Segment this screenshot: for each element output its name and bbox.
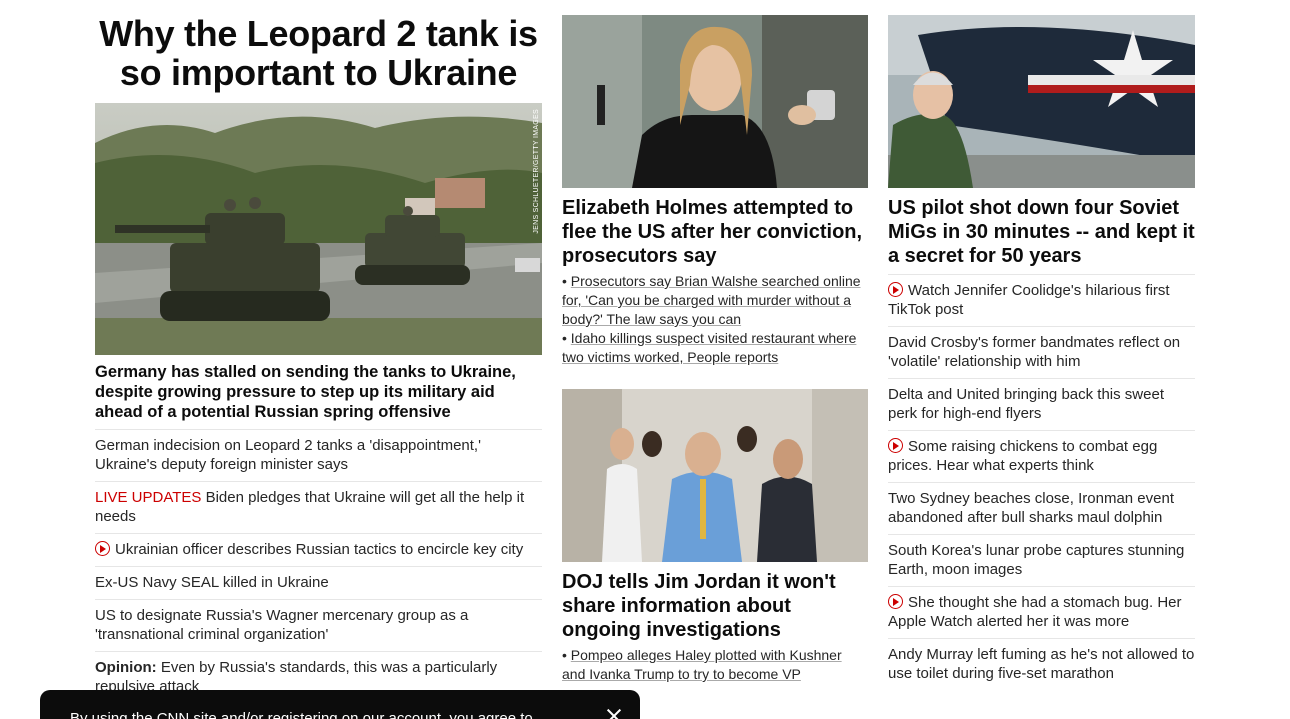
list-item[interactable]: Two Sydney beaches close, Ironman event … <box>888 483 1195 535</box>
list-item[interactable]: • Idaho killings suspect visited restaur… <box>562 329 868 367</box>
list-item[interactable]: German indecision on Leopard 2 tanks a '… <box>95 429 542 482</box>
list-item[interactable]: Ukrainian officer describes Russian tact… <box>95 534 542 567</box>
opinion-label: Opinion: <box>95 659 157 676</box>
holmes-related-links: • Prosecutors say Brian Walshe searched … <box>562 272 868 367</box>
link-text[interactable]: Two Sydney beaches close, Ironman event … <box>888 490 1174 526</box>
list-item[interactable]: Ex-US Navy SEAL killed in Ukraine <box>95 567 542 600</box>
list-item[interactable]: US to designate Russia's Wagner mercenar… <box>95 600 542 652</box>
play-video-icon <box>888 282 903 297</box>
play-video-icon <box>888 594 903 609</box>
elizabeth-holmes-image[interactable] <box>562 15 868 188</box>
jim-jordan-image[interactable] <box>562 389 868 562</box>
image-credit: JENS SCHLUETER/GETTY IMAGES <box>533 109 540 234</box>
list-item[interactable]: LIVE UPDATES Biden pledges that Ukraine … <box>95 482 542 534</box>
link-text[interactable]: German indecision on Leopard 2 tanks a '… <box>95 437 481 473</box>
play-video-icon <box>888 438 903 453</box>
list-item[interactable]: David Crosby's former bandmates reflect … <box>888 327 1195 379</box>
hero-title[interactable]: Why the Leopard 2 tank is so important t… <box>95 14 542 92</box>
cookie-consent-text: By using the CNN site and/or registering… <box>70 710 533 719</box>
bullet-link[interactable]: Pompeo alleges Haley plotted with Kushne… <box>562 647 842 682</box>
list-item[interactable]: Andy Murray left fuming as he's not allo… <box>888 639 1195 690</box>
link-text[interactable]: Andy Murray left fuming as he's not allo… <box>888 646 1194 682</box>
list-item[interactable]: Watch Jennifer Coolidge's hilarious firs… <box>888 274 1195 327</box>
bullet-link[interactable]: Prosecutors say Brian Walshe searched on… <box>562 273 861 327</box>
more-top-stories: Watch Jennifer Coolidge's hilarious firs… <box>888 274 1195 690</box>
link-text[interactable]: Ukrainian officer describes Russian tact… <box>115 541 523 558</box>
link-text[interactable]: Delta and United bringing back this swee… <box>888 386 1164 422</box>
list-item[interactable]: Delta and United bringing back this swee… <box>888 379 1195 431</box>
link-text[interactable]: Ex-US Navy SEAL killed in Ukraine <box>95 574 329 591</box>
link-text[interactable]: She thought she had a stomach bug. Her A… <box>888 594 1182 630</box>
cookie-consent-banner: By using the CNN site and/or registering… <box>40 690 640 719</box>
live-updates-label: LIVE UPDATES <box>95 489 202 506</box>
link-text[interactable]: David Crosby's former bandmates reflect … <box>888 334 1180 370</box>
play-video-icon <box>95 541 110 556</box>
us-pilot-image[interactable] <box>888 15 1195 188</box>
jordan-headline[interactable]: DOJ tells Jim Jordan it won't share info… <box>562 570 868 642</box>
us-pilot-headline[interactable]: US pilot shot down four Soviet MiGs in 3… <box>888 196 1195 268</box>
list-item[interactable]: • Pompeo alleges Haley plotted with Kush… <box>562 646 868 684</box>
list-item[interactable]: Some raising chickens to combat egg pric… <box>888 431 1195 483</box>
link-text[interactable]: Some raising chickens to combat egg pric… <box>888 438 1157 474</box>
leopard-tank-image[interactable]: JENS SCHLUETER/GETTY IMAGES <box>95 103 542 355</box>
close-icon[interactable] <box>602 704 626 719</box>
list-item[interactable]: • Prosecutors say Brian Walshe searched … <box>562 272 868 329</box>
holmes-headline[interactable]: Elizabeth Holmes attempted to flee the U… <box>562 196 868 268</box>
ukraine-related-links: German indecision on Leopard 2 tanks a '… <box>95 429 542 703</box>
link-text[interactable]: Watch Jennifer Coolidge's hilarious firs… <box>888 282 1170 318</box>
lead-headline[interactable]: Germany has stalled on sending the tanks… <box>95 362 542 422</box>
bullet-link[interactable]: Idaho killings suspect visited restauran… <box>562 330 856 365</box>
jordan-related-links: • Pompeo alleges Haley plotted with Kush… <box>562 646 868 684</box>
link-text[interactable]: US to designate Russia's Wagner mercenar… <box>95 607 468 643</box>
list-item[interactable]: She thought she had a stomach bug. Her A… <box>888 587 1195 639</box>
link-text[interactable]: South Korea's lunar probe captures stunn… <box>888 542 1184 578</box>
list-item[interactable]: South Korea's lunar probe captures stunn… <box>888 535 1195 587</box>
